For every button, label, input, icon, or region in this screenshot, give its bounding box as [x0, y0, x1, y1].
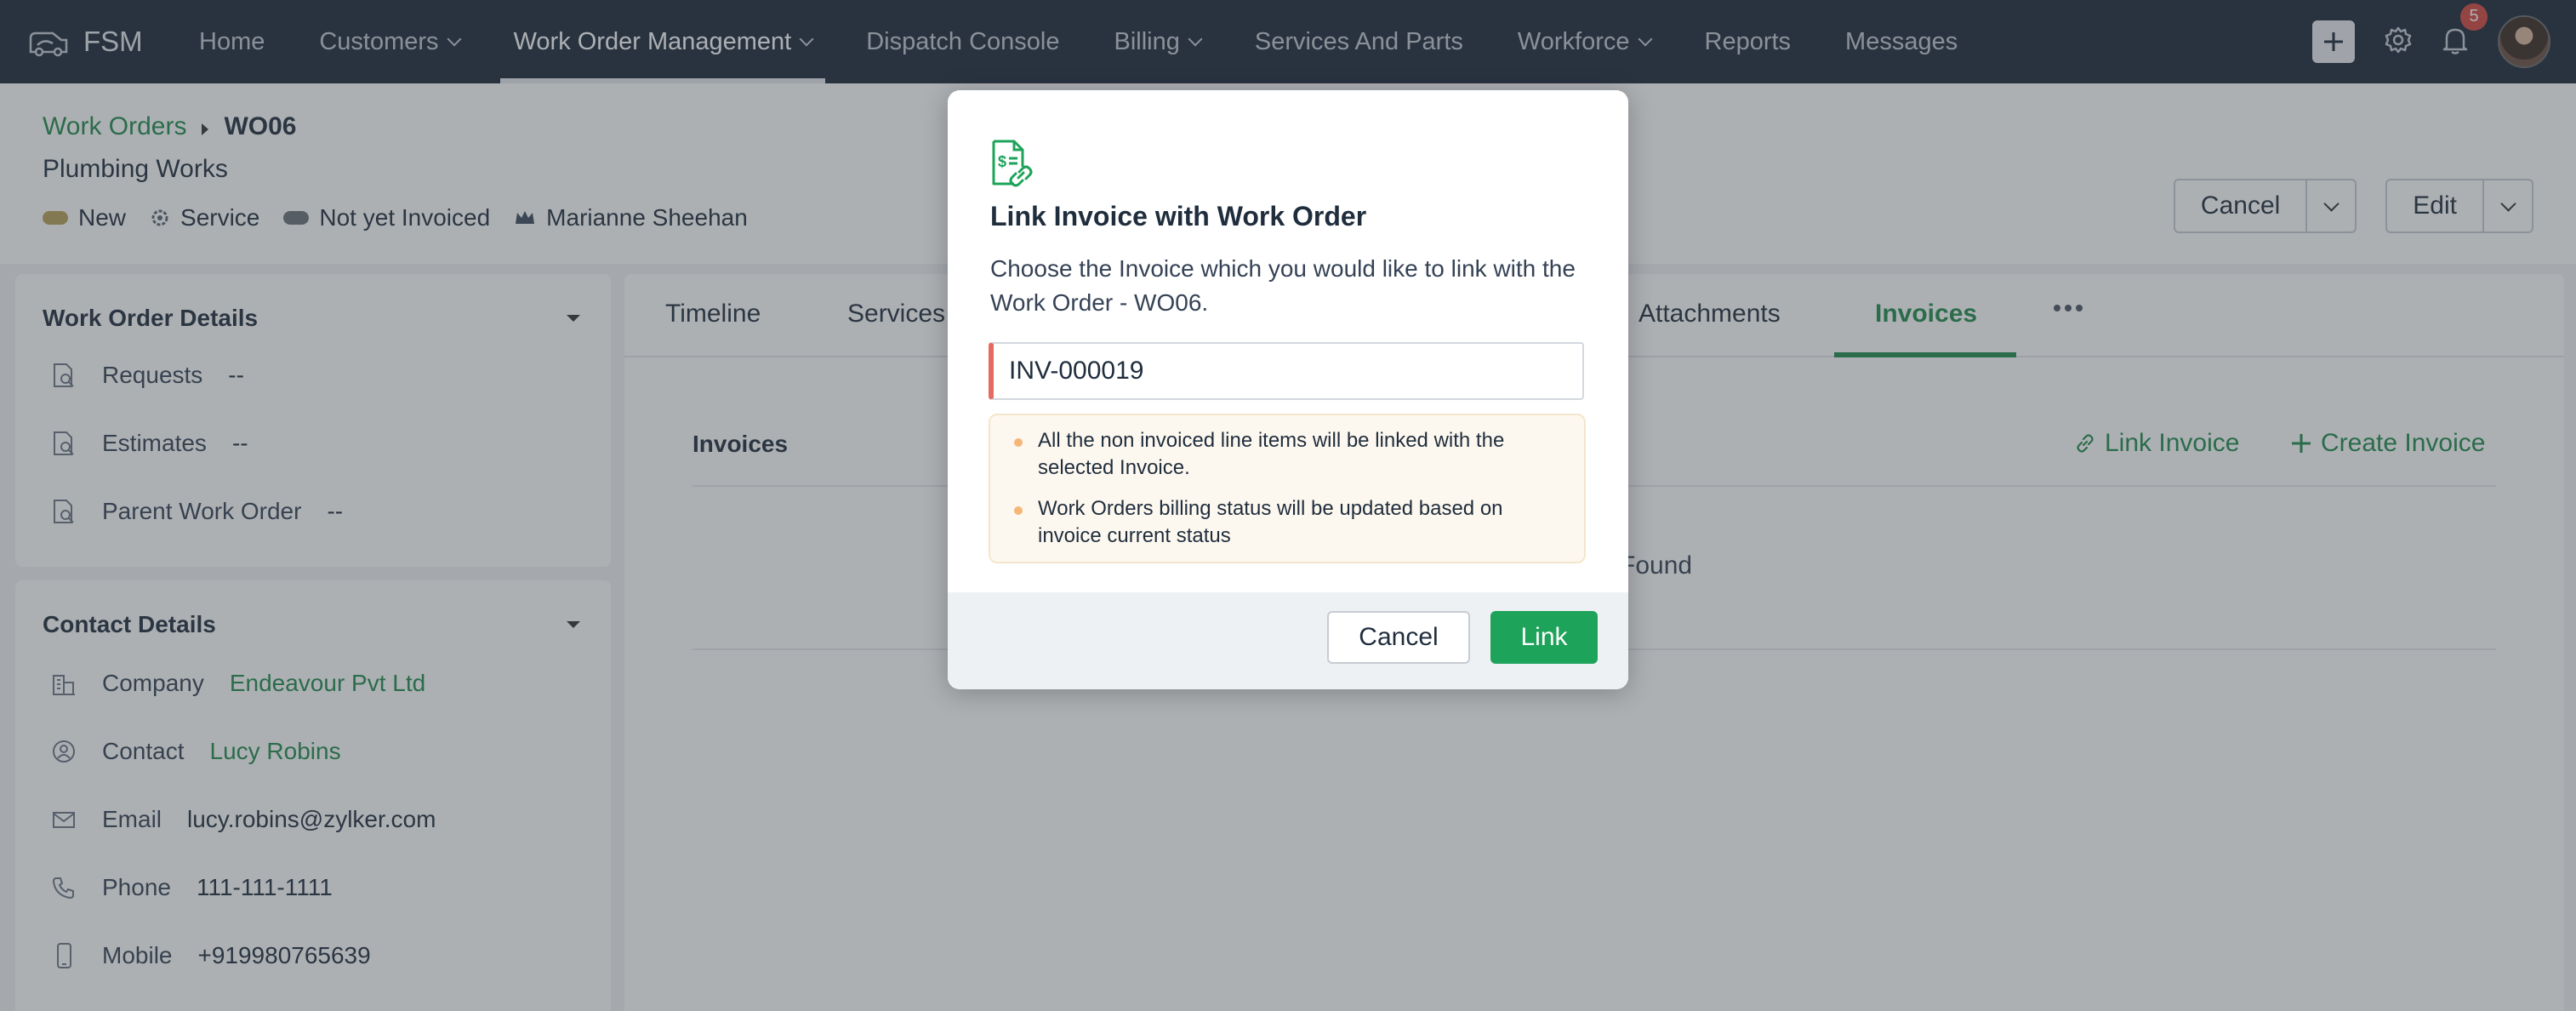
info-note: All the non invoiced line items will be … — [1014, 427, 1565, 482]
modal-footer: Cancel Link — [948, 592, 1628, 689]
link-button[interactable]: Link — [1490, 611, 1598, 664]
invoice-link-icon: $ — [992, 140, 1033, 187]
modal-title: Link Invoice with Work Order — [990, 201, 1367, 231]
svg-text:$: $ — [998, 153, 1006, 170]
invoice-select-input[interactable] — [989, 342, 1584, 400]
info-note: Work Orders billing status will be updat… — [1014, 495, 1565, 550]
info-notes-box: All the non invoiced line items will be … — [989, 414, 1586, 563]
link-invoice-modal: $ Link Invoice with Work Order Choose th… — [948, 90, 1628, 689]
cancel-button[interactable]: Cancel — [1327, 611, 1470, 664]
modal-description: Choose the Invoice which you would like … — [990, 255, 1576, 316]
